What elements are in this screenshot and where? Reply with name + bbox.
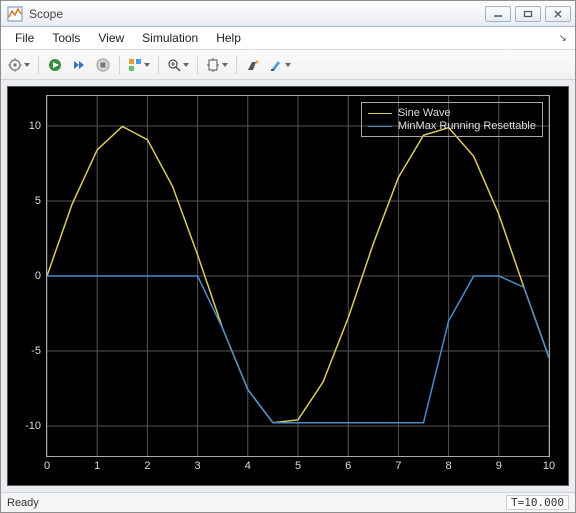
plot-area: Sine Wave MinMax Running Resettable -10 -… (1, 80, 575, 492)
x-tick-label: 2 (144, 460, 150, 472)
axes: Sine Wave MinMax Running Resettable -10-… (46, 95, 550, 457)
menubar: File Tools View Simulation Help ↘ (1, 27, 575, 49)
x-tick-label: 0 (44, 460, 50, 472)
cursor-measure-button[interactable] (242, 54, 264, 76)
zoom-button[interactable] (164, 54, 192, 76)
dropdown-caret-icon (285, 63, 291, 67)
x-tick-label: 8 (446, 460, 452, 472)
x-tick-label: 6 (345, 460, 351, 472)
y-tick-label: 5 (35, 195, 41, 207)
toolbar-separator (197, 56, 198, 74)
run-button[interactable] (44, 54, 66, 76)
toolbar-separator (236, 56, 237, 74)
menu-tools[interactable]: Tools (44, 29, 88, 47)
toolbar-separator (38, 56, 39, 74)
dropdown-caret-icon (24, 63, 30, 67)
legend-item-minmax[interactable]: MinMax Running Resettable (368, 120, 536, 132)
x-tick-label: 7 (395, 460, 401, 472)
legend-label: Sine Wave (398, 107, 451, 119)
toolbar-separator (119, 56, 120, 74)
scope-window: Scope File Tools View Simulation Help ↘ (0, 0, 576, 513)
x-tick-label: 1 (94, 460, 100, 472)
highlight-button[interactable] (266, 54, 294, 76)
x-tick-label: 3 (195, 460, 201, 472)
axes-svg (47, 96, 549, 456)
step-forward-button[interactable] (68, 54, 90, 76)
x-tick-label: 9 (496, 460, 502, 472)
toolbar (1, 50, 575, 80)
menu-simulation[interactable]: Simulation (134, 29, 206, 47)
dock-arrow-icon[interactable]: ↘ (559, 33, 569, 44)
plot-canvas[interactable]: Sine Wave MinMax Running Resettable -10 -… (7, 86, 569, 486)
toolbar-separator (158, 56, 159, 74)
menu-file[interactable]: File (7, 29, 42, 47)
dropdown-caret-icon (222, 63, 228, 67)
dropdown-caret-icon (144, 63, 150, 67)
menu-view[interactable]: View (90, 29, 132, 47)
legend-swatch (368, 113, 392, 114)
stop-button[interactable] (92, 54, 114, 76)
x-tick-label: 4 (245, 460, 251, 472)
autoscale-button[interactable] (203, 54, 231, 76)
app-icon (7, 6, 23, 22)
legend-swatch (368, 126, 392, 127)
settings-button[interactable] (5, 54, 33, 76)
legend[interactable]: Sine Wave MinMax Running Resettable (361, 102, 543, 137)
legend-item-sine[interactable]: Sine Wave (368, 107, 536, 119)
status-ready-label: Ready (7, 497, 39, 509)
status-time-label: T=10.000 (506, 495, 569, 510)
statusbar: Ready T=10.000 (1, 492, 575, 512)
minimize-button[interactable] (485, 6, 511, 22)
legend-label: MinMax Running Resettable (398, 120, 536, 132)
x-tick-label: 5 (295, 460, 301, 472)
y-tick-label: -5 (31, 345, 41, 357)
titlebar[interactable]: Scope (1, 1, 575, 27)
y-tick-label: -10 (25, 420, 41, 432)
y-tick-label: 0 (35, 270, 41, 282)
close-button[interactable] (545, 6, 571, 22)
x-tick-label: 10 (543, 460, 555, 472)
y-tick-label: 10 (29, 120, 41, 132)
signal-select-button[interactable] (125, 54, 153, 76)
dropdown-caret-icon (183, 63, 189, 67)
window-title: Scope (29, 7, 485, 21)
maximize-button[interactable] (515, 6, 541, 22)
window-controls (485, 6, 571, 22)
menu-help[interactable]: Help (208, 29, 249, 47)
